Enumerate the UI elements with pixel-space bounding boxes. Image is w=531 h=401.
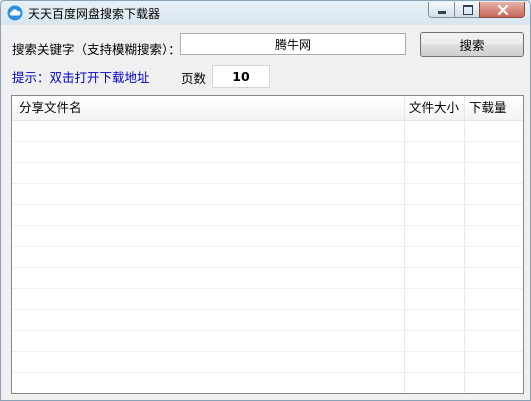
title-bar[interactable]: 天天百度网盘搜索下载器 — [1, 1, 530, 25]
column-header-filesize[interactable]: 文件大小 — [409, 96, 459, 120]
results-list[interactable]: 分享文件名 文件大小 下载量 — [11, 95, 524, 394]
empty-row — [12, 331, 523, 352]
close-button[interactable] — [479, 2, 525, 18]
empty-row — [12, 226, 523, 247]
empty-row — [12, 352, 523, 373]
empty-row — [12, 268, 523, 289]
hint-text: 提示：双击打开下载地址 — [12, 70, 150, 85]
maximize-button[interactable] — [454, 2, 480, 18]
search-keyword-label: 搜索关键字（支持模糊搜索）： — [12, 42, 181, 57]
minimize-button[interactable] — [428, 2, 455, 18]
list-header: 分享文件名 文件大小 下载量 — [12, 96, 523, 121]
window-title: 天天百度网盘搜索下载器 — [28, 7, 161, 21]
app-window: 天天百度网盘搜索下载器 搜索关键字（支持模糊搜索）： 搜索 提示：双击打开下载地… — [0, 0, 531, 401]
empty-row — [12, 373, 523, 393]
empty-row — [12, 289, 523, 310]
empty-row — [12, 310, 523, 331]
pages-label: 页数 — [181, 71, 207, 86]
pages-input[interactable] — [212, 65, 270, 88]
cloud-icon — [7, 5, 23, 21]
empty-row — [12, 121, 523, 142]
search-input[interactable] — [180, 33, 406, 55]
empty-row — [12, 184, 523, 205]
client-area: 搜索关键字（支持模糊搜索）： 搜索 提示：双击打开下载地址 页数 分享文件名 文… — [4, 25, 527, 397]
empty-row — [12, 247, 523, 268]
empty-row — [12, 163, 523, 184]
empty-row — [12, 205, 523, 226]
search-button[interactable]: 搜索 — [420, 32, 524, 57]
close-icon — [497, 4, 509, 16]
column-header-filename[interactable]: 分享文件名 — [19, 96, 82, 120]
list-rows — [12, 121, 523, 393]
empty-row — [12, 142, 523, 163]
column-header-downloads[interactable]: 下载量 — [469, 96, 507, 120]
